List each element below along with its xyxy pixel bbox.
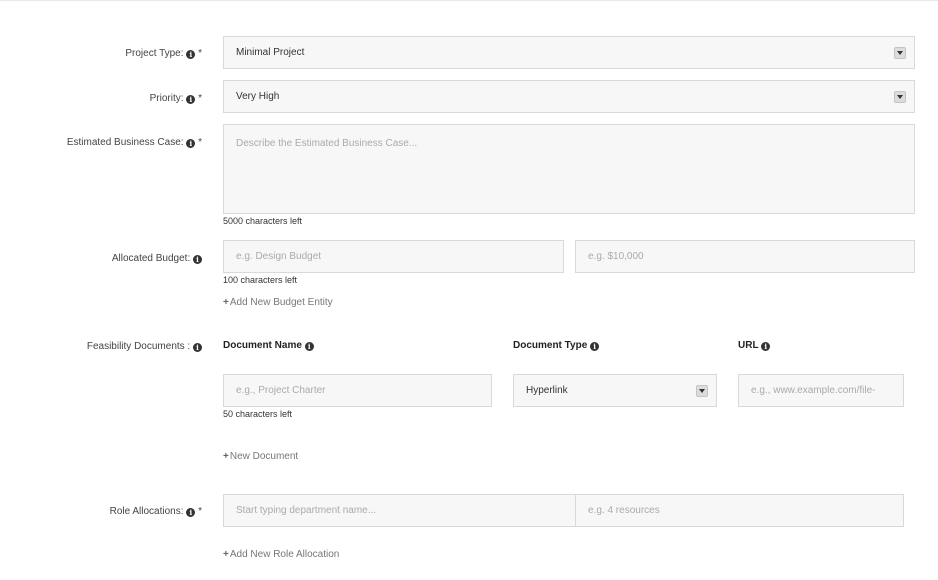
project-type-label: Project Type: i *: [125, 48, 202, 59]
document-name-char-count: 50 characters left: [223, 409, 293, 419]
priority-value: Very High: [236, 91, 280, 102]
allocated-budget-label: Allocated Budget: i: [112, 253, 202, 265]
info-icon[interactable]: i: [590, 342, 600, 351]
add-document-link[interactable]: +New Document: [223, 451, 298, 462]
plus-icon: +: [223, 451, 229, 462]
priority-label: Priority: i *: [149, 93, 202, 104]
info-icon[interactable]: i: [186, 50, 196, 59]
resources-input[interactable]: e.g. 4 resources: [575, 494, 904, 527]
document-type-column-header: Document Type i: [513, 340, 600, 351]
info-icon[interactable]: i: [186, 139, 196, 148]
document-type-value: Hyperlink: [526, 385, 568, 396]
info-icon[interactable]: i: [761, 342, 771, 351]
dropdown-caret-icon[interactable]: [696, 384, 708, 397]
plus-icon: +: [223, 549, 229, 560]
document-name-column-header: Document Name i: [223, 340, 314, 351]
add-budget-entity-link[interactable]: +Add New Budget Entity: [223, 297, 333, 308]
feasibility-documents-label: Feasibility Documents : i: [87, 341, 202, 353]
priority-select[interactable]: Very High: [223, 80, 915, 113]
plus-icon: +: [223, 297, 229, 308]
budget-amount-input[interactable]: e.g. $10,000: [575, 240, 915, 273]
role-allocations-label: Role Allocations: i *: [109, 506, 202, 517]
budget-name-input[interactable]: e.g. Design Budget: [223, 240, 564, 273]
info-icon[interactable]: i: [193, 255, 202, 264]
budget-char-count: 100 characters left: [223, 275, 298, 285]
document-name-input[interactable]: e.g., Project Charter: [223, 374, 492, 407]
business-case-textarea[interactable]: Describe the Estimated Business Case...: [223, 124, 915, 214]
dropdown-caret-icon[interactable]: [894, 90, 906, 103]
info-icon[interactable]: i: [186, 95, 196, 104]
info-icon[interactable]: i: [186, 508, 196, 517]
business-case-label: Estimated Business Case: i *: [66, 137, 202, 148]
document-type-select[interactable]: Hyperlink: [513, 374, 717, 407]
project-type-value: Minimal Project: [236, 47, 305, 58]
top-divider: [0, 0, 938, 3]
info-icon[interactable]: i: [304, 342, 314, 351]
document-url-input[interactable]: e.g., www.example.com/file-: [738, 374, 904, 407]
info-icon[interactable]: i: [193, 343, 202, 352]
project-type-select[interactable]: Minimal Project: [223, 36, 915, 69]
department-input[interactable]: Start typing department name...: [223, 494, 576, 527]
dropdown-caret-icon[interactable]: [894, 46, 906, 59]
url-column-header: URL i: [738, 340, 771, 351]
business-case-char-count: 5000 characters left: [223, 216, 303, 226]
add-role-allocation-link[interactable]: +Add New Role Allocation: [223, 549, 339, 560]
